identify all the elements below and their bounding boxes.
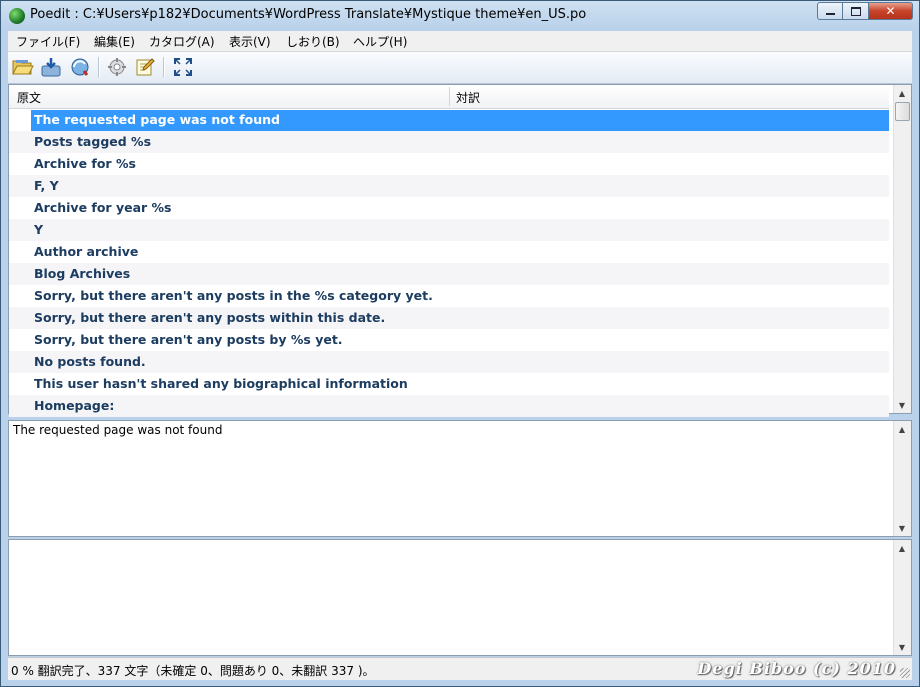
list-header: 原文 対訳: [9, 85, 889, 109]
minimize-icon: [825, 13, 835, 15]
arrow-up-icon: ▲: [898, 88, 906, 98]
row-source-text: This user hasn't shared any biographical…: [34, 376, 408, 391]
row-source-text: Sorry, but there aren't any posts by %s …: [34, 332, 343, 347]
translation-text-pane[interactable]: ▲ ▼: [8, 539, 912, 656]
arrow-down-icon: ▼: [898, 523, 906, 533]
window-title: Poedit : C:¥Users¥p182¥Documents¥WordPre…: [30, 7, 587, 22]
table-row[interactable]: Sorry, but there aren't any posts by %s …: [9, 329, 889, 351]
resize-grip-icon[interactable]: [900, 668, 910, 678]
save-icon: [41, 58, 61, 77]
fullscreen-button[interactable]: [171, 56, 195, 78]
comment-edit-icon: [136, 58, 155, 76]
row-source-text: The requested page was not found: [34, 112, 280, 127]
column-header-translation[interactable]: 対訳: [456, 89, 480, 106]
source-text: The requested page was not found: [13, 423, 223, 437]
arrow-down-icon: ▼: [898, 400, 906, 410]
table-row[interactable]: Sorry, but there aren't any posts within…: [9, 307, 889, 329]
menu-edit[interactable]: 編集(E): [94, 33, 135, 50]
row-source-text: Y: [34, 222, 44, 237]
scroll-down-button[interactable]: ▼: [894, 520, 910, 536]
table-row[interactable]: Sorry, but there aren't any posts in the…: [9, 285, 889, 307]
save-button[interactable]: [39, 56, 63, 78]
row-source-text: Sorry, but there aren't any posts within…: [34, 310, 386, 325]
row-source-text: Author archive: [34, 244, 139, 259]
translation-list[interactable]: 原文 対訳 The requested page was not found P…: [8, 84, 912, 417]
translation-pane-scrollbar[interactable]: ▲ ▼: [893, 540, 911, 655]
list-rows: The requested page was not found Posts t…: [9, 109, 889, 417]
table-row[interactable]: F, Y: [9, 175, 889, 197]
table-row[interactable]: Author archive: [9, 241, 889, 263]
status-text: 0 % 翻訳完了、337 文字（未確定 0、問題あり 0、未翻訳 337 )。: [11, 664, 375, 678]
row-source-text: Posts tagged %s: [34, 134, 152, 149]
menu-file[interactable]: ファイル(F): [16, 33, 80, 50]
close-icon: ✕: [885, 4, 896, 18]
table-row[interactable]: The requested page was not found: [9, 109, 889, 131]
row-source-text: Blog Archives: [34, 266, 131, 281]
scroll-up-button[interactable]: ▲: [894, 421, 910, 437]
row-source-text: Archive for year %s: [34, 200, 172, 215]
comment-button[interactable]: [133, 56, 157, 78]
update-catalog-button[interactable]: [68, 56, 92, 78]
column-header-source[interactable]: 原文: [17, 89, 41, 106]
row-source-text: Sorry, but there aren't any posts in the…: [34, 288, 433, 303]
table-row[interactable]: Blog Archives: [9, 263, 889, 285]
validate-button[interactable]: [105, 56, 129, 78]
arrow-up-icon: ▲: [898, 424, 906, 434]
row-source-text: Archive for %s: [34, 156, 136, 171]
poedit-globe-icon: [9, 8, 25, 24]
status-bar: 0 % 翻訳完了、337 文字（未確定 0、問題あり 0、未翻訳 337 )。 …: [8, 657, 912, 680]
maximize-icon: [850, 6, 861, 16]
minimize-button[interactable]: [817, 2, 843, 20]
row-source-text: F, Y: [34, 178, 59, 193]
scroll-up-button[interactable]: ▲: [894, 540, 910, 556]
list-scrollbar[interactable]: ▲ ▼: [893, 85, 911, 413]
toolbar-separator: [163, 57, 165, 77]
menu-bar: ファイル(F) 編集(E) カタログ(A) 表示(V) しおり(B) ヘルプ(H…: [8, 31, 912, 52]
toolbar: [8, 52, 912, 84]
open-button[interactable]: [11, 56, 35, 78]
maximize-button[interactable]: [843, 2, 869, 20]
toolbar-separator: [98, 57, 100, 77]
window-controls: ✕: [817, 2, 913, 20]
source-text-pane[interactable]: The requested page was not found ▲ ▼: [8, 420, 912, 537]
arrow-down-icon: ▼: [898, 642, 906, 652]
table-row[interactable]: No posts found.: [9, 351, 889, 373]
table-row[interactable]: Archive for year %s: [9, 197, 889, 219]
table-row[interactable]: Archive for %s: [9, 153, 889, 175]
title-bar[interactable]: Poedit : C:¥Users¥p182¥Documents¥WordPre…: [1, 1, 919, 30]
scroll-up-button[interactable]: ▲: [894, 85, 910, 101]
scroll-down-button[interactable]: ▼: [894, 397, 910, 413]
table-row[interactable]: This user hasn't shared any biographical…: [9, 373, 889, 395]
menu-help[interactable]: ヘルプ(H): [353, 33, 407, 50]
update-catalog-icon: [71, 58, 89, 76]
close-button[interactable]: ✕: [869, 2, 913, 20]
row-source-text: No posts found.: [34, 354, 146, 369]
scroll-down-button[interactable]: ▼: [894, 639, 910, 655]
source-pane-scrollbar[interactable]: ▲ ▼: [893, 421, 911, 536]
arrow-up-icon: ▲: [898, 543, 906, 553]
menu-bookmarks[interactable]: しおり(B): [286, 33, 340, 50]
watermark: Degi Biboo (c) 2010: [697, 659, 896, 678]
validate-icon: [108, 58, 126, 76]
fullscreen-icon: [174, 58, 192, 76]
table-row[interactable]: Posts tagged %s: [9, 131, 889, 153]
table-row[interactable]: Y: [9, 219, 889, 241]
open-folder-icon: [12, 60, 34, 75]
column-divider[interactable]: [449, 87, 450, 106]
table-row[interactable]: Homepage:: [9, 395, 889, 417]
row-source-text: Homepage:: [34, 398, 115, 413]
menu-view[interactable]: 表示(V): [229, 33, 271, 50]
poedit-window: Poedit : C:¥Users¥p182¥Documents¥WordPre…: [0, 0, 920, 687]
scrollbar-thumb[interactable]: [895, 102, 910, 121]
menu-catalog[interactable]: カタログ(A): [149, 33, 215, 50]
